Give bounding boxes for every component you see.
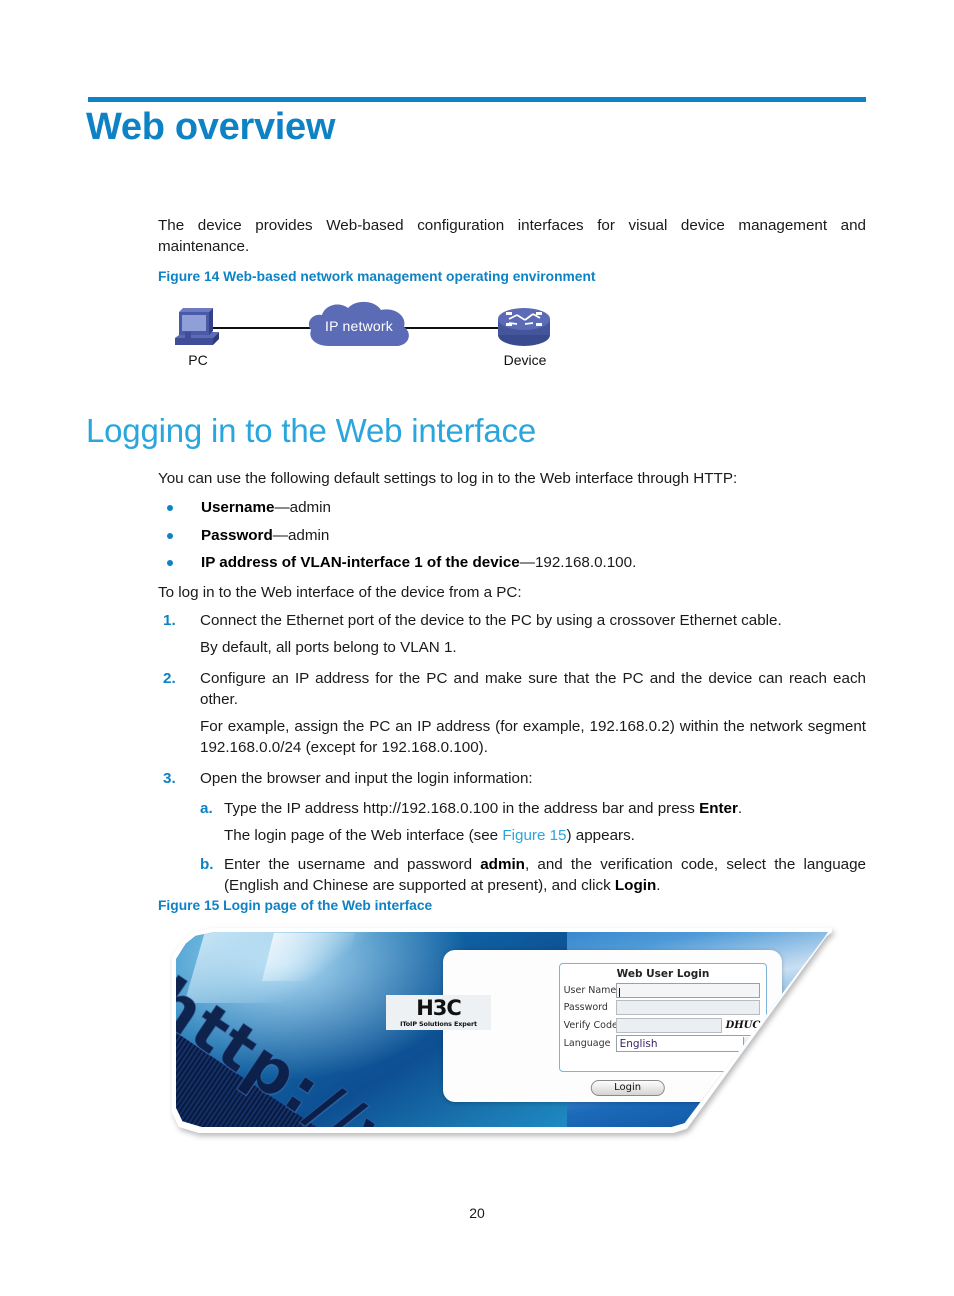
substep-text-post: . [737,800,743,817]
device-router-icon [498,308,550,346]
substep-text-pre: Type the IP address http://192.168.0.100… [224,800,700,817]
credential-admin: admin [480,856,525,873]
figure-14-network-diagram: IP network PC Device [155,296,585,376]
login-panel-title: Web User Login [616,968,710,981]
verify-code-field-row: Verify Code DHUC [563,1017,761,1033]
default-dash: — [519,554,535,571]
ip-network-label: IP network [325,318,393,334]
list-item: Username—admin [158,494,866,522]
password-label: Password [563,1002,608,1014]
substep-text: Type the IP address http://192.168.0.100… [224,798,866,819]
substep-note-post: ) appears. [566,827,635,844]
login-page-shell: http://www H3C IToIP Solutions Expert We… [172,928,832,1133]
substep-text-post: . [656,877,661,894]
language-label: Language [563,1038,611,1050]
device-label: Device [503,352,547,368]
page-title: Web overview [86,106,336,148]
step-note: By default, all ports belong to VLAN 1. [200,639,457,656]
step-text: Connect the Ethernet port of the device … [200,612,782,629]
h3c-logo-tagline: IToIP Solutions Expert [400,1020,477,1029]
language-field-row: Language English [563,1035,761,1053]
step-marker: 2. [163,670,176,687]
cross-reference-figure-15[interactable]: Figure 15 [502,827,566,844]
figure-15-caption: Figure 15 Login page of the Web interfac… [158,898,433,913]
login-page-canvas: http://www H3C IToIP Solutions Expert We… [176,932,828,1127]
username-label: User Name [563,984,617,996]
step-marker: 1. [163,612,176,629]
step-text: Configure an IP address for the PC and m… [200,670,866,708]
default-value: admin [287,526,330,544]
key-enter: Enter [699,800,738,817]
default-value: admin [289,499,332,516]
h3c-logo: H3C IToIP Solutions Expert [385,995,492,1031]
substep-text: Enter the username and password admin, a… [224,854,866,896]
password-field-row: Password [563,1000,761,1016]
button-login-reference: Login [614,877,657,894]
pc-icon [175,308,219,345]
language-selected-value: English [619,1037,658,1050]
list-item: b. Enter the username and password admin… [200,854,866,896]
h3c-logo-mark: H3C [416,996,462,1021]
list-item: IP address of VLAN-interface 1 of the de… [158,549,866,577]
figure-14-caption: Figure 14 Web-based network management o… [158,269,596,284]
username-input[interactable] [615,982,761,998]
default-term: Password [201,526,273,544]
captcha-image: DHUC [725,1019,761,1031]
login-substeps-list: a. Type the IP address http://192.168.0.… [200,798,866,896]
web-user-login-panel: Web User Login User Name Password Verify [558,963,768,1072]
document-page: Web overview The device provides Web-bas… [0,0,954,1296]
login-button[interactable]: Login [590,1079,665,1096]
language-select[interactable]: English [615,1035,761,1053]
photo-gloss-secondary [262,932,355,981]
substep-marker: a. [200,800,213,817]
chapter-rule [88,97,866,102]
default-settings-list: Username—admin Password—admin IP address… [158,494,866,577]
verify-code-label: Verify Code [563,1019,618,1031]
list-item: 1. Connect the Ethernet port of the devi… [158,610,866,658]
substep-marker: b. [200,856,214,873]
list-item: 3. Open the browser and input the login … [158,768,866,896]
login-card: H3C IToIP Solutions Expert Web User Logi… [385,949,783,1102]
section-title-logging-in: Logging in to the Web interface [86,412,536,449]
text-caret [618,987,620,997]
username-field-row: User Name [563,982,761,998]
substep-note-pre: The login page of the Web interface (see [224,827,503,844]
password-input[interactable] [615,1000,761,1016]
step-text: Open the browser and input the login inf… [200,770,533,787]
pc-label: PC [188,352,208,368]
defaults-intro-paragraph: You can use the following default settin… [158,470,738,487]
list-item: a. Type the IP address http://192.168.0.… [200,798,866,846]
step-note: For example, assign the PC an IP address… [200,718,866,756]
login-page-border: http://www H3C IToIP Solutions Expert We… [172,928,832,1133]
default-value: 192.168.0.100. [534,554,637,571]
intro-paragraph: The device provides Web-based configurat… [158,217,866,255]
chevron-down-icon[interactable] [743,1037,760,1051]
verify-code-input[interactable] [615,1017,722,1033]
default-term: IP address of VLAN-interface 1 of the de… [201,554,520,571]
list-item: Password—admin [158,522,866,550]
page-number: 20 [469,1205,485,1221]
substep-text-pre: Enter the username and password [224,856,481,873]
substep-note: The login page of the Web interface (see… [224,825,866,846]
default-dash: — [274,499,290,516]
login-steps-list: 1. Connect the Ethernet port of the devi… [158,610,866,904]
list-item: 2. Configure an IP address for the PC an… [158,668,866,758]
steps-intro-paragraph: To log in to the Web interface of the de… [158,584,522,601]
default-dash: — [272,526,288,544]
figure-15-login-page-image: http://www H3C IToIP Solutions Expert We… [172,928,832,1133]
step-marker: 3. [163,770,176,787]
default-term: Username [201,499,275,516]
